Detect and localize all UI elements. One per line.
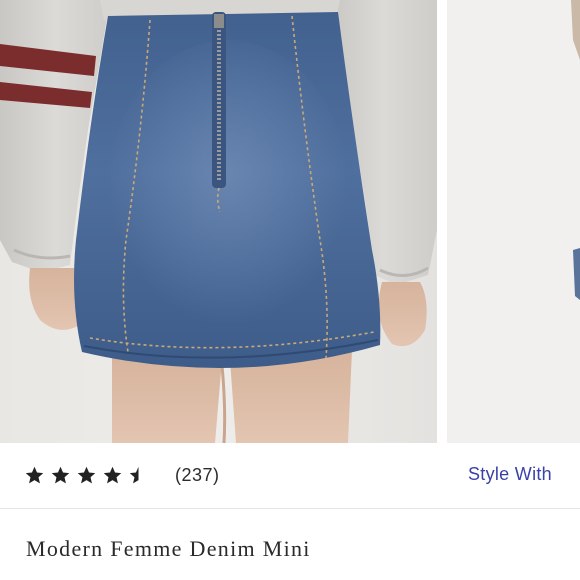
star-icon bbox=[77, 466, 96, 483]
star-rating bbox=[24, 465, 154, 486]
product-photo-illustration bbox=[0, 0, 437, 443]
star-icon bbox=[103, 466, 122, 483]
carousel-gap bbox=[437, 0, 447, 443]
product-photo-next-peek[interactable] bbox=[447, 0, 580, 443]
product-info-bar: (237) Style With bbox=[0, 443, 580, 509]
star-icon bbox=[51, 466, 70, 483]
product-title: Modern Femme Denim Mini bbox=[26, 536, 311, 561]
review-count[interactable]: (237) bbox=[175, 465, 220, 486]
product-image-carousel[interactable] bbox=[0, 0, 580, 443]
next-photo-illustration bbox=[447, 0, 580, 443]
star-icon bbox=[25, 466, 44, 483]
rating-summary[interactable]: (237) bbox=[24, 463, 220, 487]
half-star-icon bbox=[129, 466, 139, 483]
style-with-link[interactable]: Style With bbox=[468, 464, 552, 485]
product-photo-main[interactable] bbox=[0, 0, 437, 443]
